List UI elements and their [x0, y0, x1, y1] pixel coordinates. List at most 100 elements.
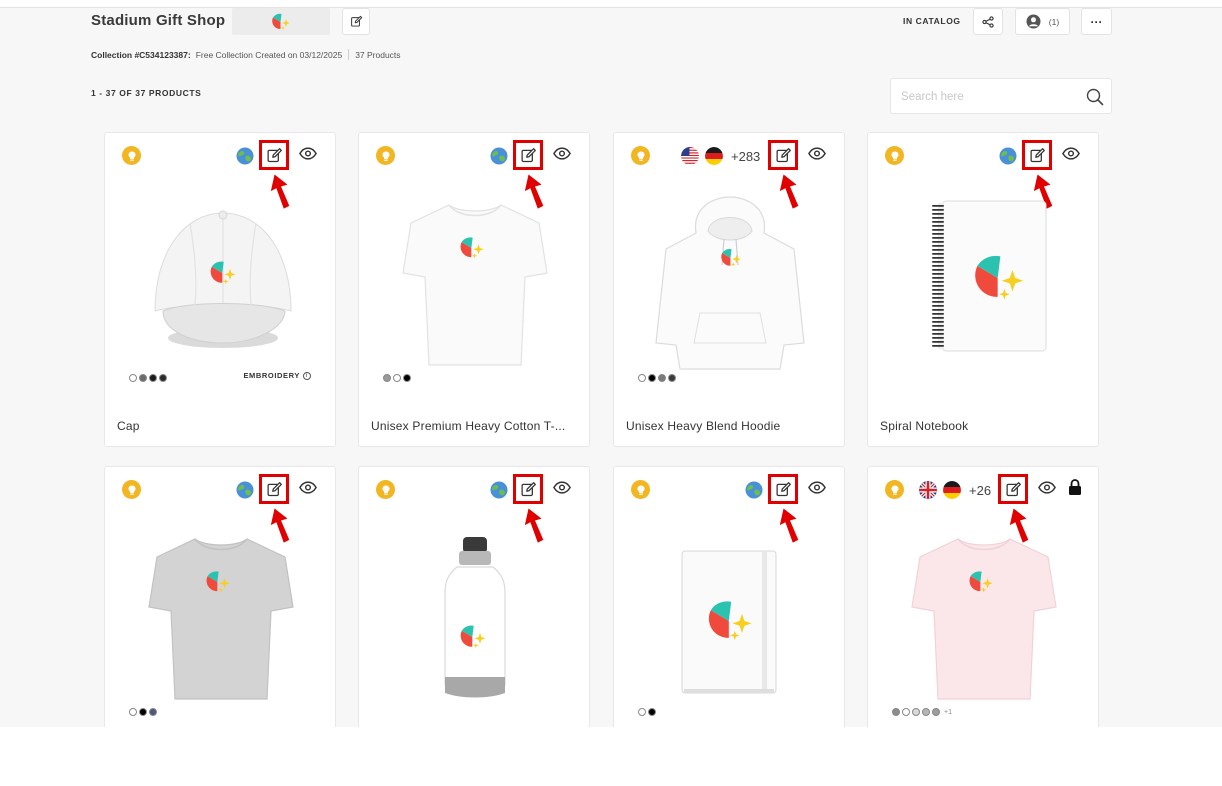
top-bar-edge [0, 0, 1222, 8]
edit-icon [1029, 147, 1046, 164]
color-swatch[interactable] [129, 708, 137, 716]
color-swatch[interactable] [159, 374, 167, 382]
collaborators-button[interactable]: (1) [1015, 8, 1070, 35]
market-flags[interactable]: +26 [919, 480, 991, 500]
product-name[interactable]: Unisex Premium Heavy Cotton T-... [371, 419, 565, 433]
edit-product-button[interactable] [259, 140, 289, 170]
color-swatch[interactable] [932, 708, 940, 716]
info-icon[interactable]: i [303, 371, 311, 380]
product-name[interactable]: Spiral Notebook [880, 419, 968, 433]
edit-product-button[interactable] [768, 140, 798, 170]
edit-product-button[interactable] [998, 474, 1028, 504]
bulb-glyph [126, 150, 138, 162]
more-colors-count: +1 [944, 708, 952, 716]
edit-icon [775, 481, 792, 498]
product-image[interactable] [135, 527, 307, 707]
color-swatch[interactable] [129, 374, 137, 382]
edit-product-button[interactable] [768, 474, 798, 504]
color-swatch[interactable] [912, 708, 920, 716]
preview-eye-icon[interactable] [299, 147, 317, 160]
product-image[interactable] [389, 193, 561, 373]
color-swatch[interactable] [393, 374, 401, 382]
edit-product-button[interactable] [259, 474, 289, 504]
market-flags[interactable] [999, 146, 1017, 166]
product-image[interactable] [898, 527, 1070, 707]
tshirt-white-product-image [402, 204, 548, 366]
product-card[interactable] [358, 466, 590, 727]
bulb-icon[interactable] [631, 146, 650, 165]
color-swatch[interactable] [149, 708, 157, 716]
edit-title-button[interactable] [342, 8, 370, 35]
bulb-icon[interactable] [376, 146, 395, 165]
product-image[interactable] [898, 193, 1070, 373]
edit-icon [266, 147, 283, 164]
market-flags[interactable] [490, 480, 508, 500]
color-swatch[interactable] [902, 708, 910, 716]
edit-product-button[interactable] [1022, 140, 1052, 170]
edit-icon [775, 147, 792, 164]
collection-description: Free Collection Created on 03/12/2025 [195, 49, 343, 60]
color-swatch[interactable] [668, 374, 676, 382]
search-input[interactable] [901, 88, 1081, 106]
product-image[interactable] [389, 527, 561, 707]
market-flags[interactable] [745, 480, 763, 500]
bulb-icon[interactable] [885, 146, 904, 165]
color-swatch[interactable] [638, 708, 646, 716]
bulb-glyph [635, 484, 647, 496]
preview-eye-icon[interactable] [299, 481, 317, 494]
product-image[interactable] [644, 527, 816, 707]
product-image[interactable] [644, 193, 816, 373]
preview-eye-icon[interactable] [553, 147, 571, 160]
product-card[interactable] [613, 466, 845, 727]
color-swatch[interactable] [139, 374, 147, 382]
product-name[interactable]: Cap [117, 419, 140, 433]
color-swatch[interactable] [648, 708, 656, 716]
color-swatch[interactable] [383, 374, 391, 382]
spiral-notebook-product-image [932, 200, 1047, 352]
market-flags[interactable] [490, 146, 508, 166]
color-swatch[interactable] [658, 374, 666, 382]
color-swatch[interactable] [648, 374, 656, 382]
extra-markets-count: +26 [969, 482, 992, 498]
tshirt-gray-product-image [148, 538, 294, 700]
bulb-icon[interactable] [122, 146, 141, 165]
shop-logo-box[interactable] [232, 8, 330, 35]
market-flags[interactable] [236, 146, 254, 166]
share-button[interactable] [973, 8, 1003, 35]
bulb-icon[interactable] [885, 480, 904, 499]
bulb-icon[interactable] [376, 480, 395, 499]
hardcover-journal-product-image [681, 550, 777, 694]
preview-eye-icon[interactable] [808, 481, 826, 494]
color-swatch[interactable] [638, 374, 646, 382]
product-card[interactable]: +26 +1 [867, 466, 1099, 727]
product-name[interactable]: Unisex Heavy Blend Hoodie [626, 419, 780, 433]
color-swatch[interactable] [149, 374, 157, 382]
color-swatch[interactable] [139, 708, 147, 716]
market-flags[interactable]: +283 [681, 146, 760, 166]
product-card[interactable]: EMBROIDERY i Cap [104, 132, 336, 447]
globe-icon [236, 147, 254, 165]
more-options-button[interactable]: ··· [1081, 8, 1112, 35]
bulb-glyph [889, 150, 901, 162]
preview-eye-icon[interactable] [553, 481, 571, 494]
product-image[interactable] [135, 193, 307, 373]
product-card[interactable]: Spiral Notebook [867, 132, 1099, 447]
preview-eye-icon[interactable] [808, 147, 826, 160]
bulb-icon[interactable] [631, 480, 650, 499]
edit-icon [1005, 481, 1022, 498]
search-bar[interactable] [890, 78, 1112, 114]
edit-product-button[interactable] [513, 474, 543, 504]
product-card[interactable] [104, 466, 336, 727]
bulb-icon[interactable] [122, 480, 141, 499]
color-swatch[interactable] [922, 708, 930, 716]
color-swatch[interactable] [403, 374, 411, 382]
product-card[interactable]: +283 Unisex Heavy Blend Hoodie [613, 132, 845, 447]
preview-eye-icon[interactable] [1038, 481, 1056, 494]
edit-product-button[interactable] [513, 140, 543, 170]
color-swatch[interactable] [892, 708, 900, 716]
market-flags[interactable] [236, 480, 254, 500]
product-card[interactable]: Unisex Premium Heavy Cotton T-... [358, 132, 590, 447]
search-icon[interactable] [1086, 88, 1104, 106]
preview-eye-icon[interactable] [1062, 147, 1080, 160]
app-window: Stadium Gift Shop IN CATALOG (1) ··· Col… [0, 0, 1222, 727]
